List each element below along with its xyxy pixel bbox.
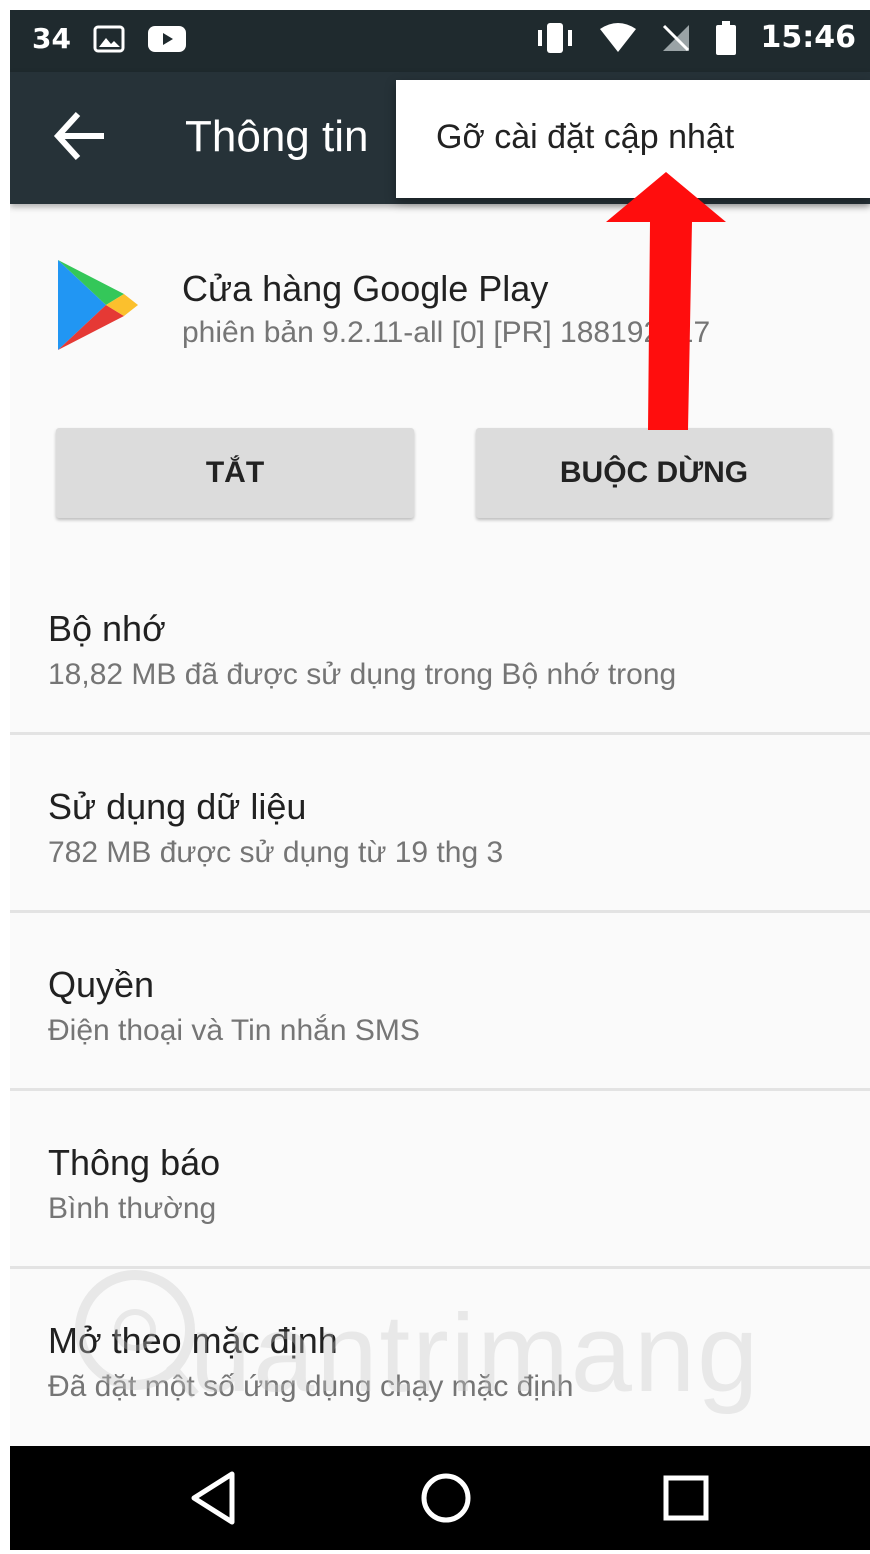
navigation-bar [10, 1446, 870, 1550]
wifi-icon [599, 22, 636, 52]
nav-recents-icon[interactable] [654, 1466, 718, 1530]
divider [10, 732, 870, 735]
permissions-subtitle: Điện thoại và Tin nhắn SMS [48, 1014, 420, 1047]
page-title: Thông tin [185, 112, 369, 161]
watermark: uantrimang [70, 1250, 830, 1430]
settings-item-permissions[interactable]: Quyền Điện thoại và Tin nhắn SMS [10, 934, 870, 1110]
menu-item-uninstall-updates[interactable]: Gỡ cài đặt cập nhật [436, 118, 734, 157]
settings-item-data-usage[interactable]: Sử dụng dữ liệu 782 MB được sử dụng từ 1… [10, 756, 870, 932]
phone-screen: 34 15:46 Thông tin Gỡ cài đặt cập nhật C… [10, 10, 870, 1550]
nav-back-icon[interactable] [182, 1466, 246, 1530]
status-bar: 34 15:46 [10, 10, 870, 72]
divider [10, 1088, 870, 1091]
app-name: Cửa hàng Google Play [182, 268, 549, 309]
red-arrow-annotation [606, 172, 726, 430]
battery-icon [715, 20, 736, 55]
notification-count: 34 [32, 22, 71, 55]
vibrate-icon [537, 22, 572, 53]
settings-item-storage[interactable]: Bộ nhớ 18,82 MB đã được sử dụng trong Bộ… [10, 578, 870, 754]
data-usage-subtitle: 782 MB được sử dụng từ 19 thg 3 [48, 836, 504, 869]
nav-home-icon[interactable] [414, 1466, 478, 1530]
google-play-icon [58, 260, 138, 350]
disable-button[interactable]: TẮT [56, 428, 414, 518]
permissions-title: Quyền [48, 964, 155, 1005]
force-stop-button[interactable]: BUỘC DỪNG [476, 428, 832, 518]
storage-subtitle: 18,82 MB đã được sử dụng trong Bộ nhớ tr… [48, 658, 677, 691]
notifications-title: Thông báo [48, 1142, 221, 1183]
storage-title: Bộ nhớ [48, 608, 166, 649]
notifications-subtitle: Bình thường [48, 1192, 217, 1225]
youtube-icon [147, 25, 186, 52]
image-icon [93, 25, 125, 52]
watermark-text: uantrimang [190, 1292, 761, 1415]
watermark-logo-icon [75, 1270, 199, 1399]
no-signal-icon [662, 24, 689, 51]
clock: 15:46 [760, 20, 857, 55]
divider [10, 910, 870, 913]
data-usage-title: Sử dụng dữ liệu [48, 786, 307, 827]
back-arrow-icon[interactable] [50, 106, 110, 166]
